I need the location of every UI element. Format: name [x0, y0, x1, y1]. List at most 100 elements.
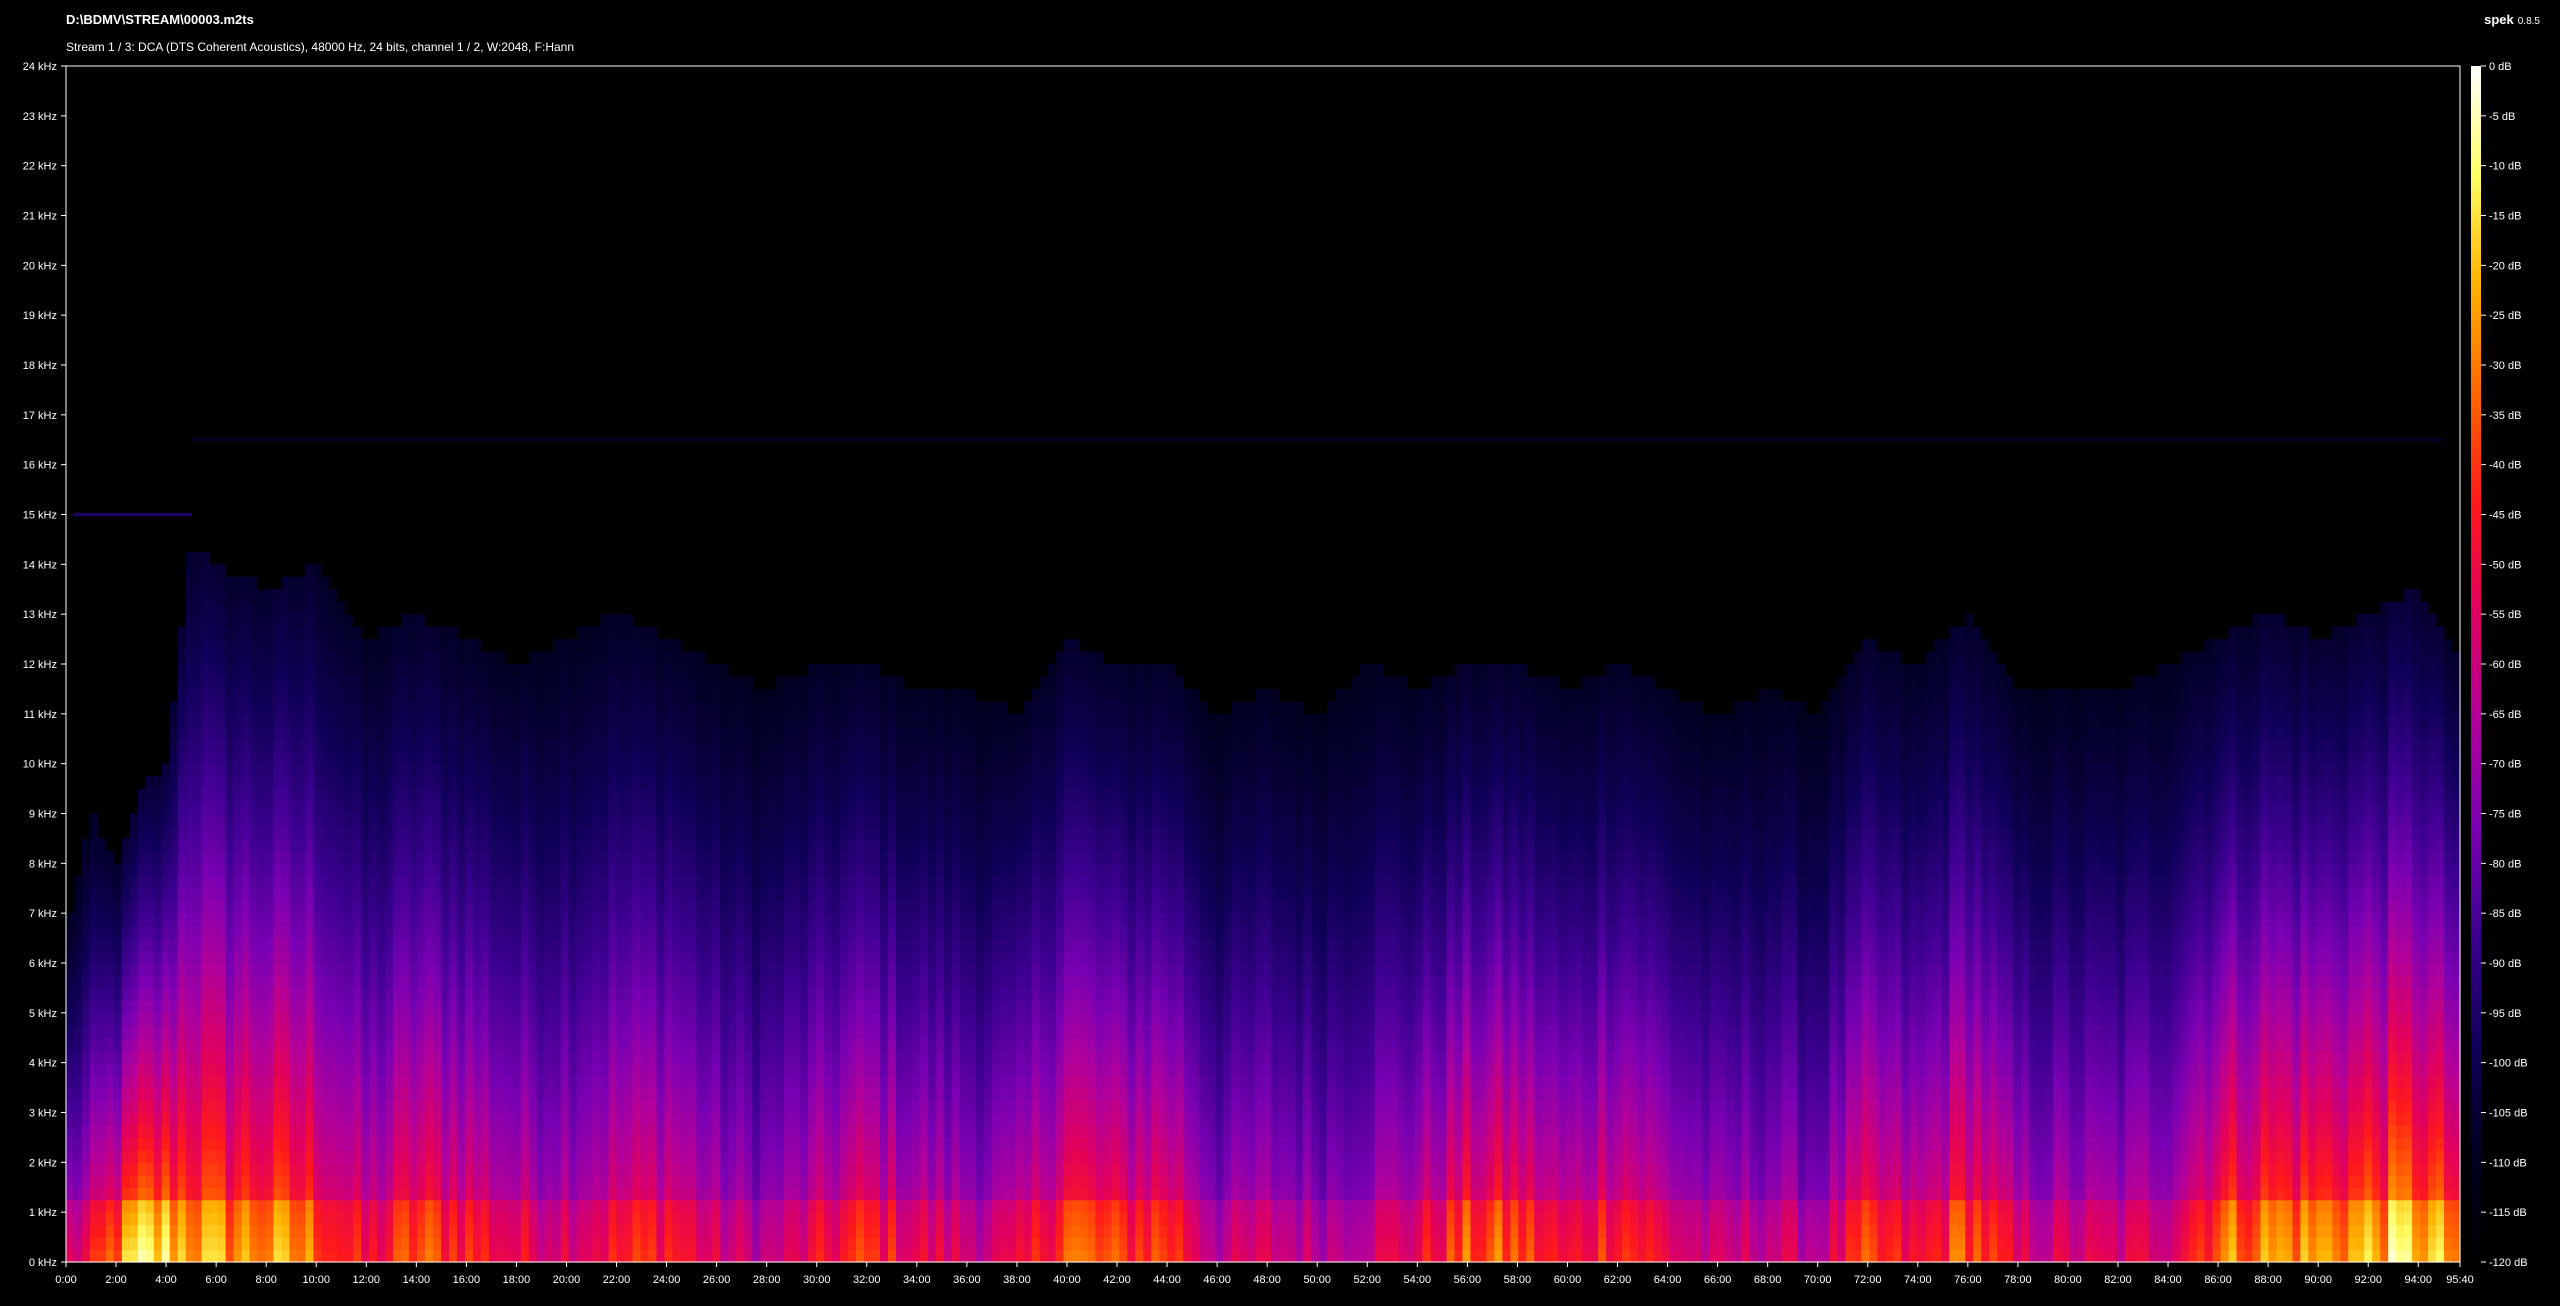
spectrogram-cell: [145, 888, 155, 902]
spectrogram-cell: [496, 1012, 506, 1026]
spectrogram-cell: [472, 987, 482, 1001]
spectrogram-cell: [624, 1087, 634, 1101]
spectrogram-cell: [225, 639, 235, 653]
spectrogram-cell: [744, 1162, 753, 1176]
spectrogram-cell: [393, 1174, 402, 1188]
spectrogram-cell: [257, 651, 267, 665]
spectrogram-cell: [688, 1050, 698, 1064]
spectrogram-cell: [225, 838, 235, 852]
spectrogram-cell: [337, 1149, 346, 1163]
spectrogram-cell: [528, 788, 538, 802]
spectrogram-cell: [297, 975, 306, 989]
spectrogram-cell: [744, 738, 753, 752]
spectrogram-cell: [201, 576, 211, 590]
spectrogram-cell: [800, 701, 809, 715]
spectrogram-cell: [449, 875, 458, 889]
spectrogram-cell: [824, 838, 833, 852]
spectrogram-cell: [552, 963, 562, 977]
spectrogram-cell: [672, 1012, 682, 1026]
spectrogram-cell: [616, 801, 626, 815]
spectrogram-cell: [257, 688, 267, 702]
spectrogram-cell: [472, 1162, 482, 1176]
spectrogram-cell: [512, 713, 522, 727]
spectrogram-cell: [249, 664, 259, 678]
spectrogram-cell: [345, 1025, 354, 1039]
spectrogram-cell: [816, 1050, 825, 1064]
spectrogram-cell: [784, 925, 793, 939]
spectrogram-cell: [257, 1037, 267, 1051]
spectrogram-cell: [249, 1000, 259, 1014]
spectrogram-cell: [680, 1112, 690, 1126]
spectrogram-cell: [576, 900, 586, 914]
spectrogram-cell: [576, 1000, 586, 1014]
spectrogram-cell: [664, 726, 674, 740]
spectrogram-cell: [616, 751, 626, 765]
spectrogram-cell: [249, 1137, 259, 1151]
spectrogram-cell: [856, 1237, 865, 1251]
spectrogram-cell: [600, 776, 610, 790]
spectrogram-cell: [449, 676, 458, 690]
spectrogram-cell: [504, 1187, 514, 1201]
spectrogram-cell: [305, 900, 314, 914]
spectrogram-cell: [169, 751, 179, 765]
spectrogram-cell: [209, 1012, 219, 1026]
spectrogram-cell: [233, 1162, 243, 1176]
spectrogram-cell: [417, 1174, 426, 1188]
spectrogram-cell: [536, 913, 546, 927]
spectrogram-cell: [544, 651, 554, 665]
spectrogram-cell: [193, 564, 203, 578]
spectrogram-cell: [145, 1124, 155, 1139]
spectrogram-cell: [425, 1112, 434, 1126]
spectrogram-cell: [417, 963, 426, 977]
spectrogram-cell: [113, 1174, 123, 1188]
spectrogram-cell: [480, 676, 490, 690]
spectrogram-cell: [169, 738, 179, 752]
spectrogram-cell: [305, 589, 314, 603]
spectrogram-cell: [584, 788, 594, 802]
spectrogram-cell: [736, 900, 745, 914]
spectrogram-cell: [433, 1124, 442, 1139]
spectrogram-cell: [401, 651, 410, 665]
spectrogram-cell: [728, 801, 737, 815]
spectrogram-cell: [552, 1087, 562, 1101]
spectrogram-cell: [169, 763, 179, 777]
spectrogram-cell: [480, 1224, 490, 1238]
spectrogram-cell: [273, 1025, 283, 1039]
spectrogram-cell: [66, 1037, 75, 1051]
spectrogram-cell: [297, 751, 306, 765]
spectrogram-cell: [105, 1187, 115, 1201]
spectrogram-cell: [425, 1075, 434, 1089]
spectrogram-cell: [305, 850, 314, 864]
spectrogram-cell: [712, 1075, 721, 1089]
spectrogram-cell: [345, 950, 354, 964]
spectrogram-cell: [608, 1025, 618, 1039]
spectrogram-cell: [201, 1149, 211, 1163]
spectrogram-cell: [193, 925, 203, 939]
spectrogram-cell: [249, 801, 259, 815]
spectrogram-cell: [393, 825, 402, 840]
spectrogram-cell: [241, 875, 251, 889]
spectrogram-cell: [768, 938, 777, 952]
spectrogram-cell: [608, 1037, 618, 1051]
spectrogram-cell: [680, 1237, 690, 1251]
spectrogram-cell: [856, 776, 865, 790]
spectrogram-cell: [241, 1199, 251, 1213]
spectrogram-cell: [201, 825, 211, 840]
spectrogram-cell: [457, 875, 466, 889]
spectrogram-cell: [417, 975, 426, 989]
spectrogram-cell: [736, 676, 745, 690]
spectrogram-cell: [576, 1062, 586, 1076]
spectrogram-cell: [560, 838, 570, 852]
spectrogram-cell: [401, 1149, 410, 1163]
spectrogram-cell: [776, 701, 785, 715]
spectrogram-cell: [728, 900, 737, 914]
spectrogram-cell: [113, 987, 123, 1001]
spectrogram-cell: [488, 1137, 498, 1151]
spectrogram-cell: [73, 888, 83, 902]
spectrogram-cell: [760, 1212, 769, 1226]
spectrogram-cell: [217, 763, 227, 777]
spectrogram-cell: [257, 888, 267, 902]
spectrogram-cell: [720, 1025, 729, 1039]
spectrogram-cell: [201, 813, 211, 827]
spectrogram-cell: [153, 1224, 163, 1238]
